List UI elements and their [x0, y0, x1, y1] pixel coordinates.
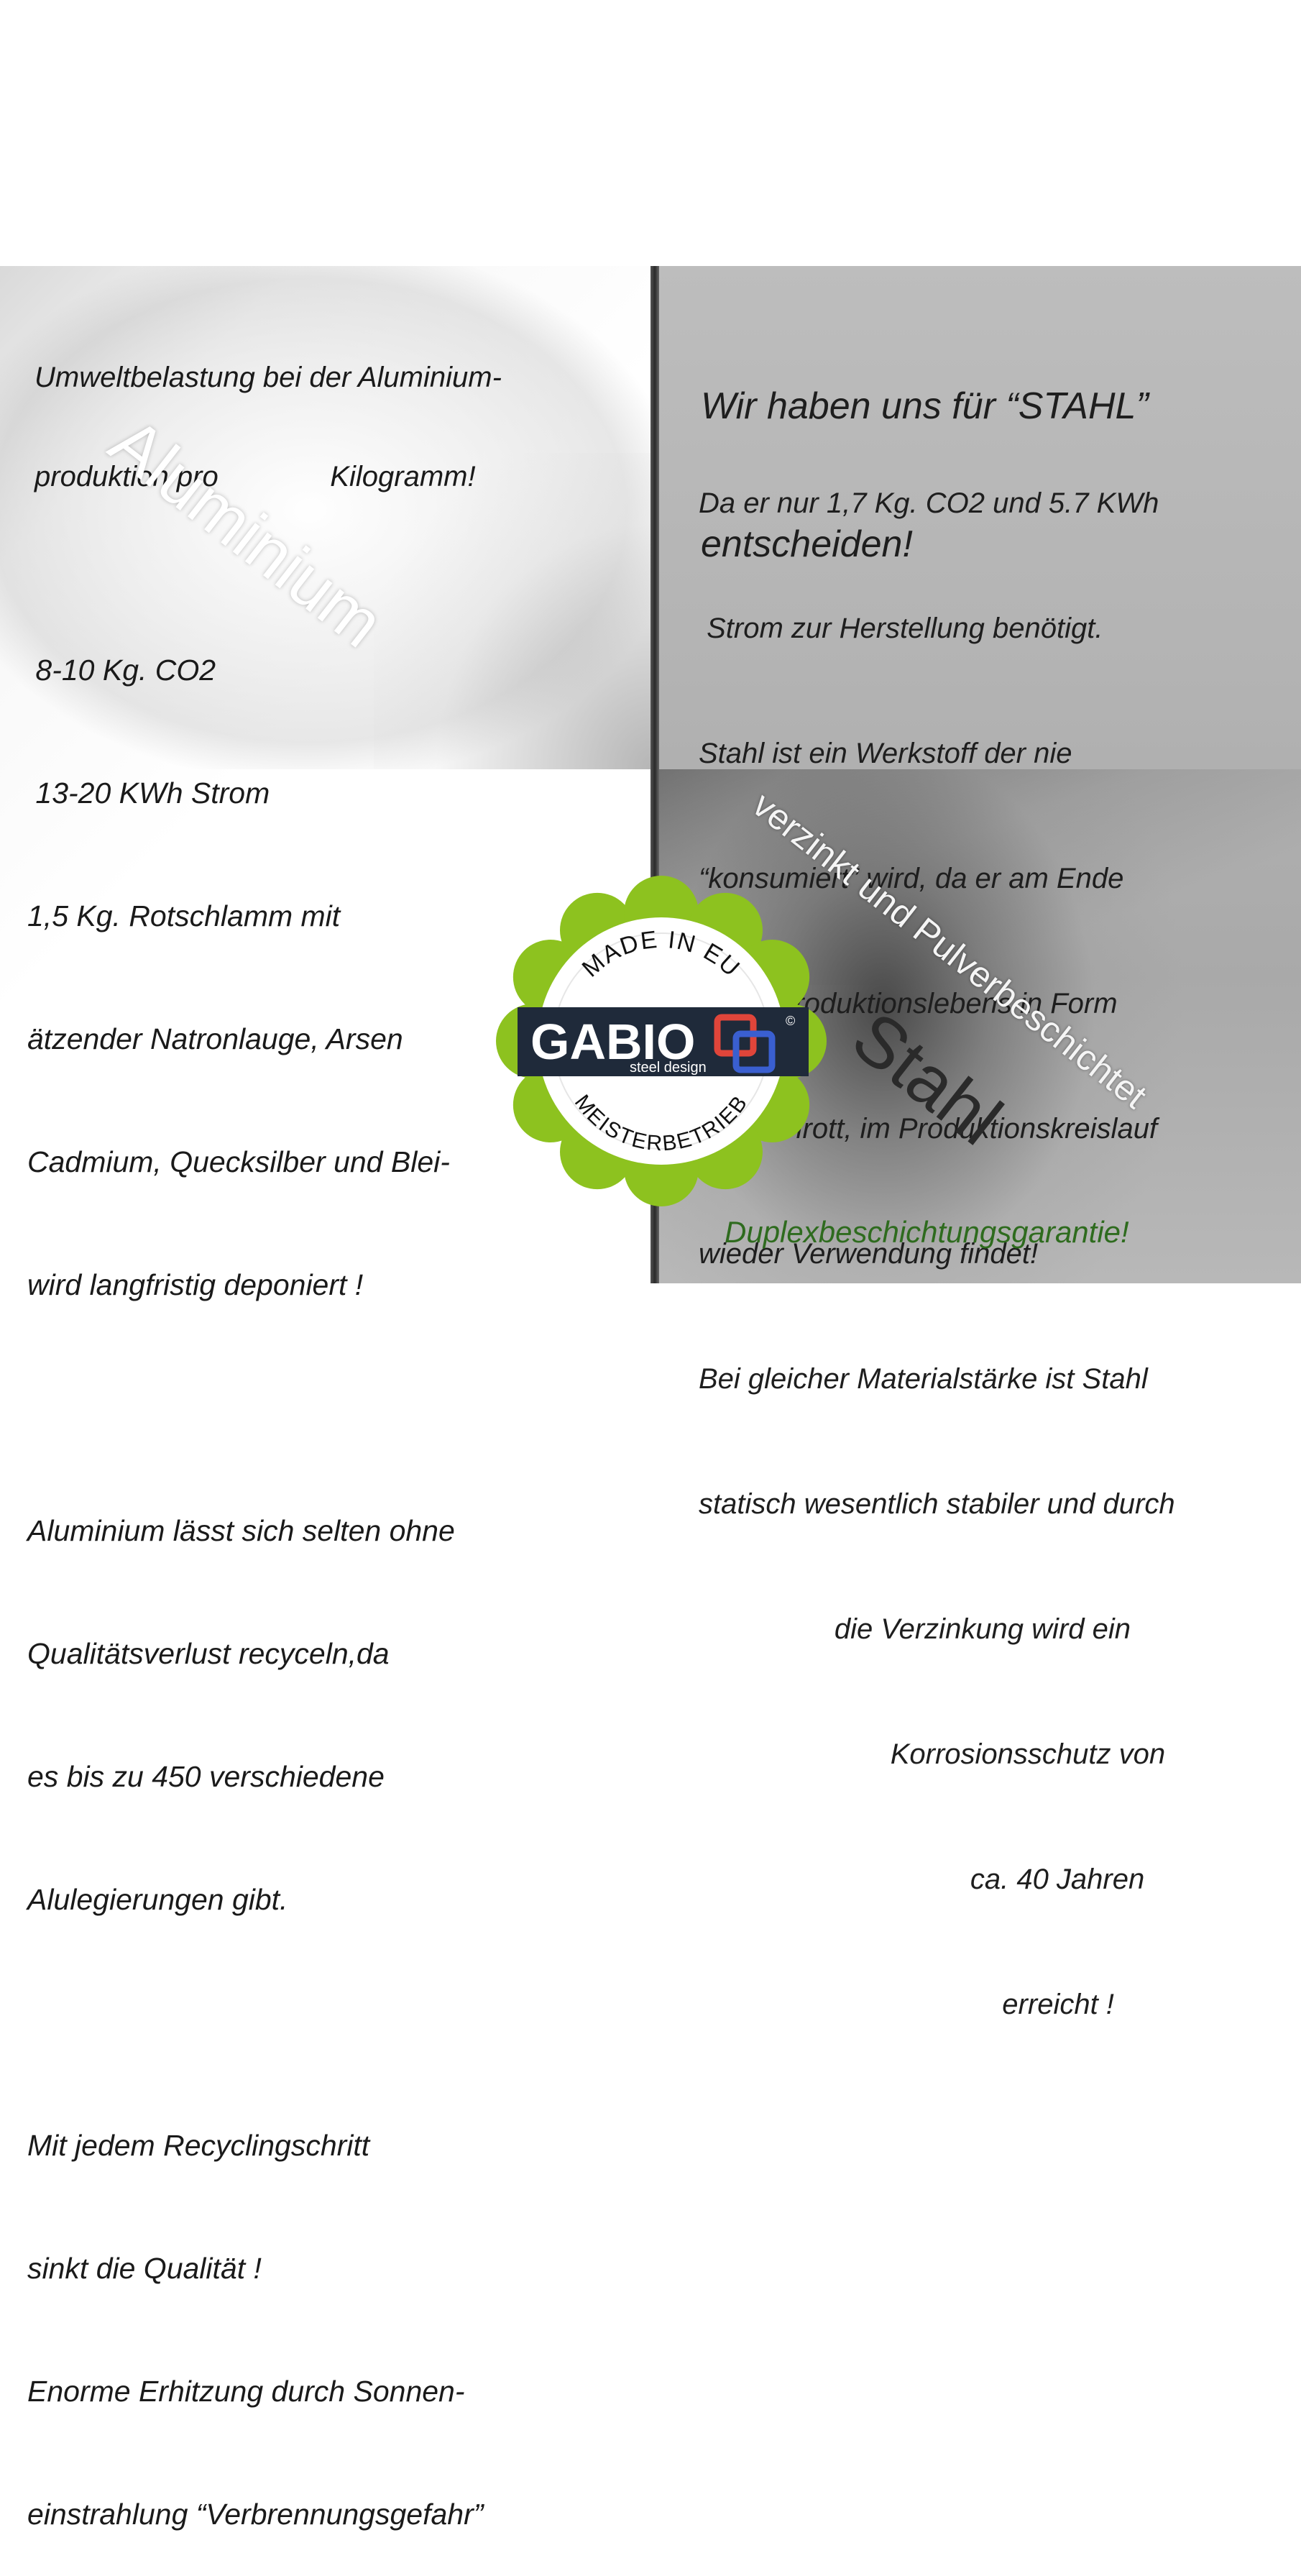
fact-line	[27, 2002, 483, 2043]
fact-line: 13-20 KWh Strom	[27, 776, 270, 810]
fact-line: sinkt die Qualität !	[27, 2252, 262, 2285]
gabio-badge: MADE IN EU MEISTERBETRIEB GABIO steel de…	[489, 868, 834, 1214]
fact-line: Qualitätsverlust recyceln,da	[27, 1637, 390, 1670]
fact-line: Korrosionsschutz von	[699, 1738, 1166, 1770]
fact-line: erreicht !	[699, 1989, 1114, 2020]
fact-line: Stahl ist ein Werkstoff der nie	[699, 738, 1072, 769]
fact-line: Da er nur 1,7 Kg. CO2 und 5.7 KWh	[699, 487, 1159, 519]
fact-line: Enorme Erhitzung durch Sonnen-	[27, 2375, 465, 2408]
fact-line: einstrahlung “Verbrennungsgefahr”	[27, 2498, 484, 2531]
copyright-mark: ©	[786, 1014, 795, 1028]
fact-line: 1,5 Kg. Rotschlamm mit	[27, 899, 341, 932]
aluminium-heading: Umweltbelastung bei der Aluminium- produ…	[35, 295, 502, 526]
fact-line: Alulegierungen gibt.	[27, 1883, 288, 1916]
fact-line: 8-10 Kg. CO2	[27, 654, 216, 687]
guarantee-label: Duplexbeschichtungsgarantie!	[725, 1215, 1129, 1249]
fact-line: die Verzinkung wird ein	[699, 1613, 1131, 1645]
fact-line: statisch wesentlich stabiler und durch	[699, 1488, 1175, 1520]
fact-line: Strom zur Herstellung benötigt.	[699, 613, 1103, 644]
fact-line: Bei gleicher Materialstärke ist Stahl	[699, 1363, 1148, 1395]
fact-line: Mit jedem Recyclingschritt	[27, 2129, 370, 2162]
fact-line: Aluminium lässt sich selten ohne	[27, 1514, 455, 1547]
fact-line: es bis zu 450 verschiedene	[27, 1760, 385, 1793]
badge-graphic: MADE IN EU MEISTERBETRIEB GABIO steel de…	[496, 876, 827, 1206]
fact-line: wird langfristig deponiert !	[27, 1268, 364, 1301]
brand-sub: steel design	[630, 1060, 707, 1076]
aluminium-facts: 8-10 Kg. CO2 13-20 KWh Strom 1,5 Kg. Rot…	[27, 568, 483, 2576]
fact-line	[27, 1388, 483, 1429]
fact-line: Cadmium, Quecksilber und Blei-	[27, 1145, 450, 1178]
fact-line: ca. 40 Jahren	[699, 1864, 1145, 1895]
fact-line: ätzender Natronlauge, Arsen	[27, 1022, 403, 1055]
aluminium-heading-line: Umweltbelastung bei der Aluminium-	[35, 362, 502, 393]
